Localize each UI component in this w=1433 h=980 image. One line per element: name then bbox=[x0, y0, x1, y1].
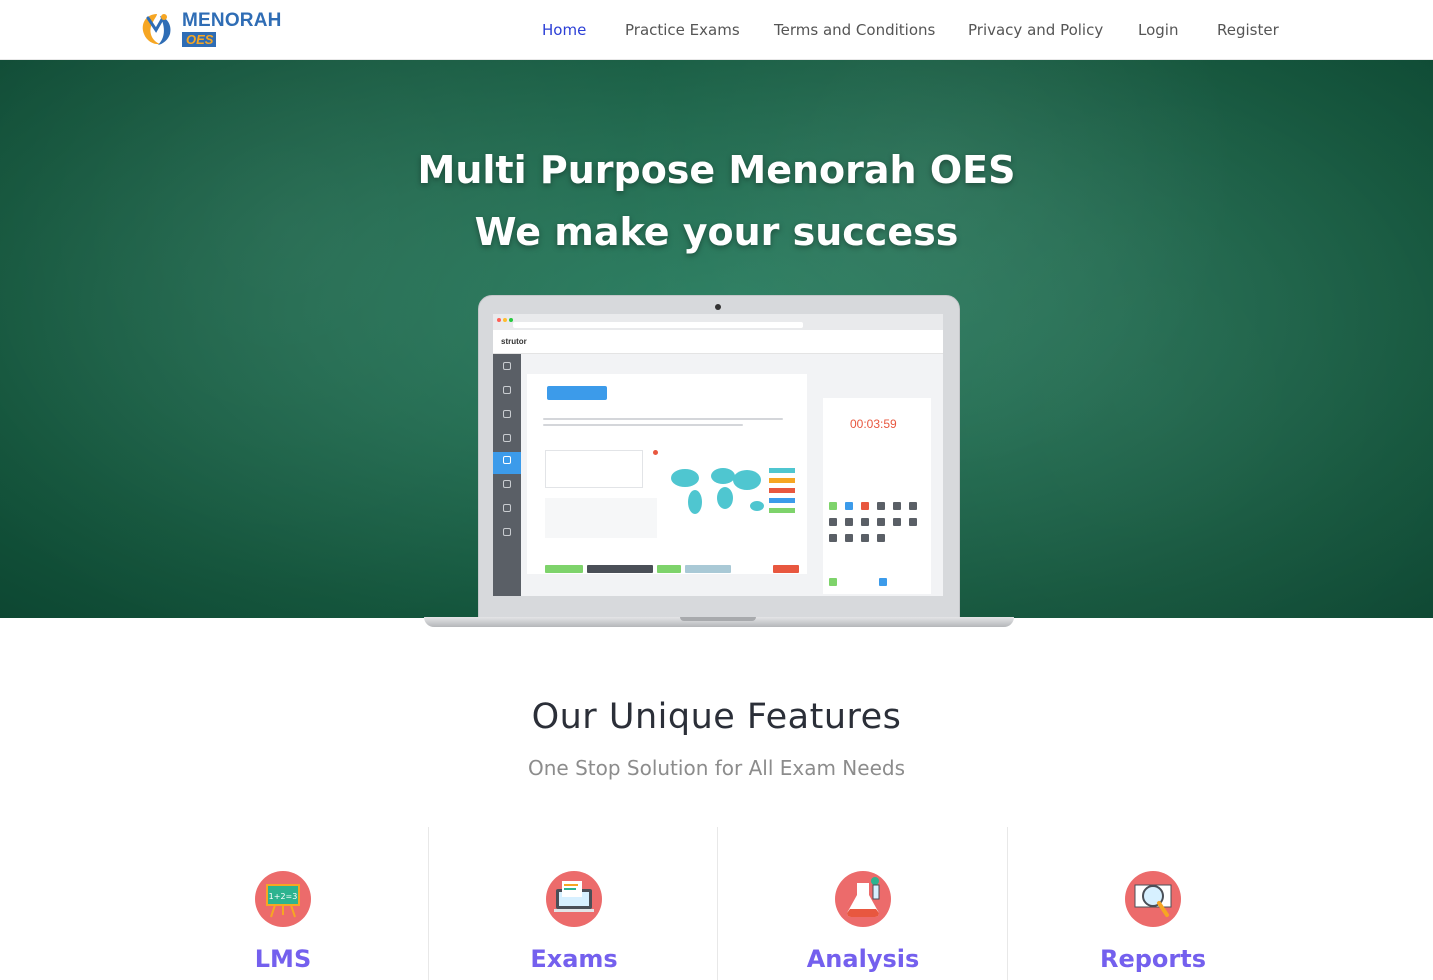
mock-app-header bbox=[493, 330, 943, 354]
top-navbar: MENORAH OES Home Practice Exams Terms an… bbox=[0, 0, 1433, 60]
feature-analysis-label: Analysis bbox=[806, 945, 920, 973]
nav-privacy-and-policy[interactable]: Privacy and Policy bbox=[968, 21, 1103, 39]
brand-name: MENORAH bbox=[182, 10, 282, 31]
svg-text:1+2=3: 1+2=3 bbox=[269, 892, 298, 901]
feature-exams-label: Exams bbox=[530, 945, 618, 973]
brand-logo[interactable]: MENORAH OES bbox=[138, 8, 281, 50]
nav-practice-exams[interactable]: Practice Exams bbox=[625, 21, 740, 39]
features-title: Our Unique Features bbox=[531, 697, 902, 737]
magnifier-report-icon bbox=[1125, 871, 1181, 927]
feature-reports[interactable]: Reports bbox=[1007, 827, 1297, 980]
nav-login[interactable]: Login bbox=[1138, 21, 1178, 39]
feature-analysis[interactable]: Analysis bbox=[717, 827, 1007, 980]
feature-exams[interactable]: Exams bbox=[428, 827, 718, 980]
chalkboard-icon: 1+2=3 bbox=[255, 871, 311, 927]
mock-tooltip bbox=[547, 386, 607, 400]
mock-timer: 00:03:59 bbox=[850, 417, 897, 431]
menorah-logo-icon bbox=[138, 10, 176, 48]
brand-sub: OES bbox=[182, 32, 216, 47]
nav-register[interactable]: Register bbox=[1217, 21, 1279, 39]
feature-lms-label: LMS bbox=[254, 945, 312, 973]
mock-browser-bar bbox=[493, 314, 943, 330]
features-subtitle: One Stop Solution for All Exam Needs bbox=[527, 756, 905, 780]
nav-terms-and-conditions[interactable]: Terms and Conditions bbox=[774, 21, 935, 39]
nav-home[interactable]: Home bbox=[542, 21, 586, 39]
flask-icon bbox=[835, 871, 891, 927]
mock-sidebar bbox=[493, 354, 521, 596]
laptop-screen: strutor 00:03:59 bbox=[493, 314, 943, 596]
feature-lms[interactable]: 1+2=3 LMS bbox=[138, 827, 428, 980]
exam-papers-icon bbox=[546, 871, 602, 927]
mock-brand: strutor bbox=[501, 337, 527, 346]
hero-title-line1: Multi Purpose Menorah OES bbox=[417, 148, 1016, 192]
feature-reports-label: Reports bbox=[1099, 945, 1207, 973]
mock-world-map bbox=[665, 460, 801, 524]
laptop-camera bbox=[715, 304, 721, 310]
hero-title-line2: We make your success bbox=[474, 210, 959, 254]
laptop-notch bbox=[680, 617, 756, 621]
